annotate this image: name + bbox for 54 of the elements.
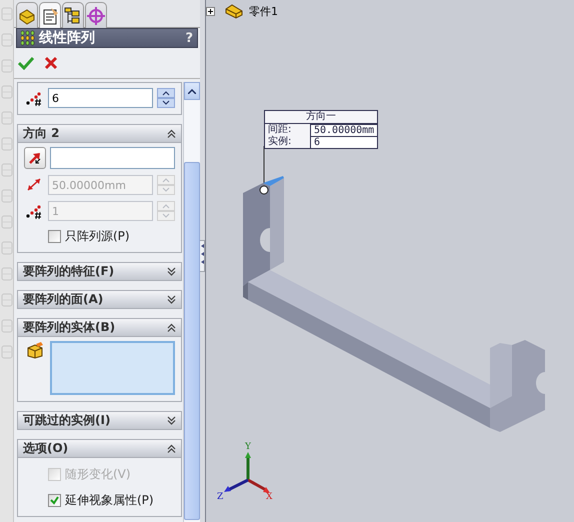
option-checkbox[interactable]: 只阵列源(P) [24, 227, 175, 246]
spinner-arrows-icon [157, 201, 175, 221]
section-header[interactable]: 选项(O) [17, 439, 182, 458]
section-header[interactable]: 要阵列的面(A) [17, 290, 182, 309]
axis-label: Y [245, 442, 251, 452]
callout-label: 间距: [265, 124, 310, 136]
axis-label: X [266, 492, 272, 502]
ok-button[interactable] [18, 56, 34, 70]
instance-count-icon [26, 90, 42, 106]
callout-value[interactable]: 50.00000mm [310, 124, 377, 136]
axis-label: Z [217, 492, 224, 502]
panel-title: 线性阵列 [39, 29, 96, 47]
axis-arrows-drawing [224, 452, 270, 493]
callout-value[interactable]: 6 [310, 136, 377, 148]
collapse-chevron-icon [167, 129, 176, 138]
instance-count-icon [26, 203, 42, 219]
collapse-chevron-icon [167, 323, 176, 332]
close-icon [44, 56, 58, 70]
crosshair-icon [86, 6, 106, 26]
section-header[interactable]: 要阵列的实体(B) [17, 318, 182, 337]
expand-toggle[interactable] [206, 6, 215, 16]
part-icon [224, 3, 244, 19]
solid-body-icon [26, 341, 44, 359]
spinner-arrows-icon [157, 175, 175, 195]
checkmark-icon [50, 496, 59, 505]
property-tab[interactable] [39, 2, 61, 29]
callout-title: 方向一 [265, 111, 377, 124]
expand-chevron-icon [167, 267, 176, 276]
pattern-icon [21, 30, 36, 46]
expand-chevron-icon [167, 416, 176, 425]
help-button[interactable]: ? [185, 30, 193, 46]
arrows-icon [200, 241, 204, 265]
configuration-tab[interactable] [62, 2, 84, 28]
option-checkbox[interactable]: 延伸视象属性(P) [24, 491, 175, 510]
collapse-chevron-icon [167, 444, 176, 453]
spinner-button[interactable] [157, 88, 175, 108]
scroll-up-button[interactable] [184, 82, 200, 100]
display-tab[interactable] [85, 2, 107, 28]
direction-field[interactable] [50, 147, 175, 169]
collapse-handle[interactable] [200, 240, 205, 272]
reverse-direction-button[interactable] [24, 147, 46, 169]
arrow-icon [27, 150, 43, 166]
cancel-button[interactable] [44, 56, 58, 70]
scrollbar-thumb[interactable] [184, 162, 200, 520]
checkmark-icon [18, 56, 34, 70]
section-header[interactable]: 可跳过的实例(I) [17, 411, 182, 430]
part-tab[interactable] [16, 2, 38, 28]
tree-item[interactable]: 零件1 [249, 4, 278, 18]
spinner-arrows-icon [157, 88, 175, 108]
instance-count-field[interactable]: 6 [48, 88, 153, 108]
callout-label: 实例: [265, 136, 310, 148]
section-header[interactable]: 要阵列的特征(F) [17, 262, 182, 281]
section-header[interactable]: 方向 2 [17, 124, 182, 143]
expand-chevron-icon [167, 295, 176, 304]
